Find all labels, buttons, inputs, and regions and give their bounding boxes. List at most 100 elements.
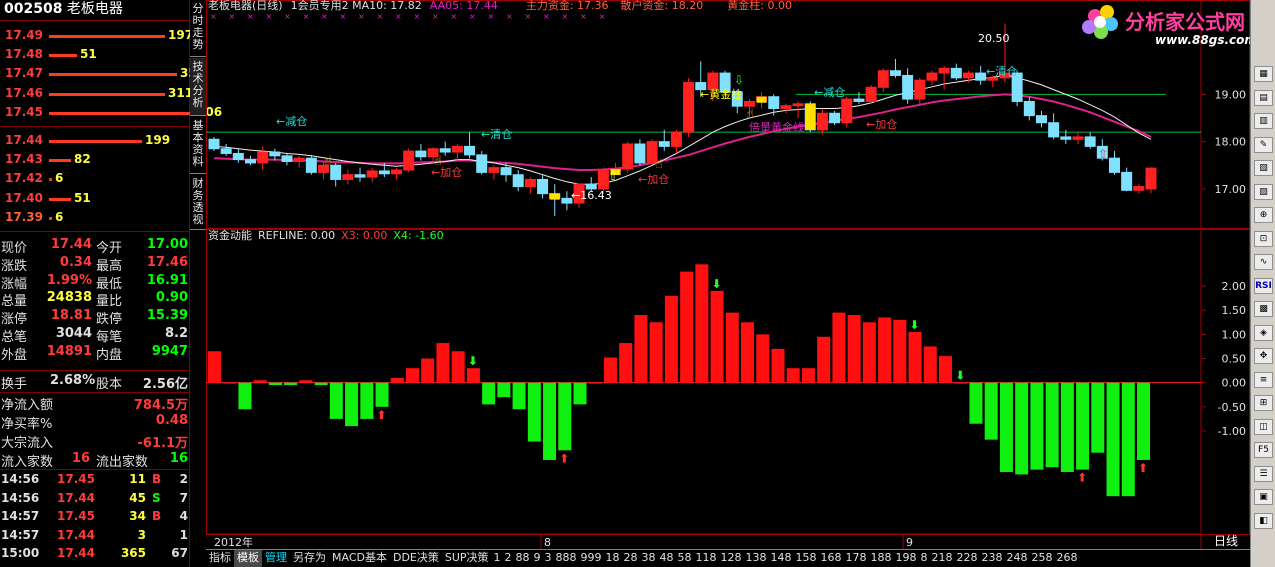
order-book-row: 17.45 406: [0, 104, 222, 122]
indicator-tab[interactable]: 1: [492, 550, 503, 567]
tool-button-5[interactable]: ▨: [1254, 183, 1273, 200]
indicator-tab[interactable]: 999: [579, 550, 604, 567]
sub-legend: 资金动能 REFLINE: 0.00 X3: 0.00 X4: -1.60: [208, 228, 444, 242]
tool-button-1[interactable]: ▤: [1254, 89, 1273, 106]
legend-ma: 1会员专用2 MA10: 17.82: [291, 0, 422, 12]
indicator-tab[interactable]: 28: [622, 550, 640, 567]
quote-value: 0.34: [59, 254, 92, 270]
indicator-tab[interactable]: 238: [980, 550, 1005, 567]
tick-row: 15:00 17.44 365 67: [0, 545, 190, 563]
indicator-tab[interactable]: 268: [1055, 550, 1080, 567]
indicator-tab[interactable]: 48: [658, 550, 676, 567]
indicator-tab[interactable]: 18: [604, 550, 622, 567]
quote-row: 总量 24838 量比 0.90: [0, 290, 190, 309]
indicator-tab[interactable]: 138: [744, 550, 769, 567]
period-selector[interactable]: 日线: [1200, 534, 1250, 549]
indicator-tab[interactable]: 58: [676, 550, 694, 567]
indicator-tab[interactable]: 158: [794, 550, 819, 567]
tool-button-3[interactable]: ✎: [1254, 136, 1273, 153]
order-price: 17.45: [5, 104, 43, 119]
volume-bar: [49, 140, 142, 143]
indicator-tab[interactable]: SUP决策: [442, 550, 492, 567]
candle-body: [658, 141, 670, 147]
tool-button-8[interactable]: ∿: [1254, 254, 1273, 270]
indicator-tab[interactable]: 258: [1030, 550, 1055, 567]
quote-label: 跌停: [96, 312, 123, 328]
sub-legend-x3: X3: 0.00: [341, 229, 387, 242]
tool-button-10[interactable]: ▩: [1254, 301, 1273, 317]
fund-bar: [512, 382, 526, 410]
tool-button-11[interactable]: ◈: [1254, 324, 1273, 341]
tool-button-2[interactable]: ▥: [1254, 113, 1273, 129]
value: 2.68%: [50, 373, 96, 388]
indicator-tab[interactable]: 另存为: [290, 550, 329, 567]
side-tab-3[interactable]: 财务透视: [190, 175, 206, 230]
indicator-tab[interactable]: 模板: [234, 550, 262, 567]
tick-time: 14:57: [1, 509, 40, 523]
x-label-year: 2012年: [214, 535, 253, 549]
quote-label: 今开: [96, 241, 123, 256]
hand-pointer-icon: ☝: [324, 154, 332, 169]
indicator-tab[interactable]: 2: [503, 550, 514, 567]
indicator-tab[interactable]: 3: [543, 550, 554, 567]
quote-row: 涨跌 0.34 最高 17.46: [0, 254, 190, 274]
order-price: 17.47: [5, 66, 43, 81]
indicator-tab[interactable]: 9: [532, 550, 543, 567]
tool-button-16[interactable]: F5: [1254, 442, 1273, 458]
side-tab-2[interactable]: 基本资料: [190, 117, 206, 174]
tick-price: 17.44: [57, 546, 95, 560]
indicator-tab[interactable]: 188: [869, 550, 894, 567]
tool-button-9[interactable]: RSI: [1254, 277, 1273, 294]
order-book-row: 17.44 199: [0, 132, 190, 150]
tool-button-6[interactable]: ⊕: [1254, 207, 1273, 223]
indicator-tab[interactable]: 168: [819, 550, 844, 567]
indicator-tab[interactable]: 118: [694, 550, 719, 567]
signal-arrow-icon: ⇧: [1098, 147, 1108, 161]
indicator-tab[interactable]: DDE决策: [390, 550, 442, 567]
fund-bar: [1137, 382, 1150, 460]
candle-body: [451, 145, 463, 153]
indicator-tab[interactable]: 198: [894, 550, 919, 567]
indicator-tab[interactable]: 88: [514, 550, 532, 567]
indicator-tab[interactable]: 8: [919, 550, 930, 567]
indicator-tab[interactable]: 128: [719, 550, 744, 567]
indicator-tab[interactable]: 888: [554, 550, 579, 567]
indicator-tab[interactable]: 指标: [206, 550, 234, 567]
indicator-tab[interactable]: 228: [955, 550, 980, 567]
tool-button-18[interactable]: ▣: [1254, 489, 1273, 505]
chart-area[interactable]: 19.00 18.00 17.00 2.00 1.50 1.00 0.50 0.00 -0.50…: [206, 0, 1250, 549]
indicator-tab[interactable]: 38: [640, 550, 658, 567]
indicator-tab[interactable]: 248: [1005, 550, 1030, 567]
tool-button-4[interactable]: ▧: [1254, 160, 1273, 176]
indicator-tab[interactable]: 148: [769, 550, 794, 567]
up-arrow-icon: ⬆: [559, 451, 569, 465]
tool-button-15[interactable]: ◫: [1254, 418, 1273, 435]
indicator-tab[interactable]: MACD基本: [329, 550, 390, 567]
fund-bar: [969, 382, 983, 424]
tool-button-7[interactable]: ⊡: [1254, 230, 1273, 247]
indicator-tab[interactable]: 管理: [262, 550, 290, 567]
order-price: 17.43: [5, 152, 43, 167]
order-volume: 199: [145, 133, 171, 147]
up-arrow-icon: ⬆: [377, 408, 387, 422]
candle-body: [841, 98, 853, 124]
legend-marker: ×: [580, 12, 587, 21]
tool-button-14[interactable]: ⊞: [1254, 395, 1273, 411]
kline-chart[interactable]: 19.00 18.00 17.00 2.00 1.50 1.00 0.50 0.00 -0.50…: [206, 0, 1250, 549]
side-tab-0[interactable]: 分时走势: [190, 0, 206, 57]
tool-button-19[interactable]: ◧: [1254, 512, 1273, 529]
indicator-tab[interactable]: 218: [930, 550, 955, 567]
candle-body: [634, 143, 646, 164]
indicator-tab[interactable]: 178: [844, 550, 869, 567]
tick-side: B: [152, 472, 162, 486]
tool-button-13[interactable]: ≡: [1254, 371, 1273, 388]
fund-bar: [939, 356, 953, 383]
signal-golden-bar: ←黄金柱: [700, 87, 742, 101]
tool-button-17[interactable]: ☰: [1254, 465, 1273, 482]
side-tab-1[interactable]: 技术分析: [190, 58, 206, 116]
tool-button-0[interactable]: ▦: [1254, 66, 1273, 82]
tool-button-12[interactable]: ✥: [1254, 348, 1273, 364]
y-tick-label: 18.00: [1215, 136, 1247, 149]
legend-marker: ×: [525, 12, 532, 21]
legend-marker: ×: [414, 12, 421, 21]
